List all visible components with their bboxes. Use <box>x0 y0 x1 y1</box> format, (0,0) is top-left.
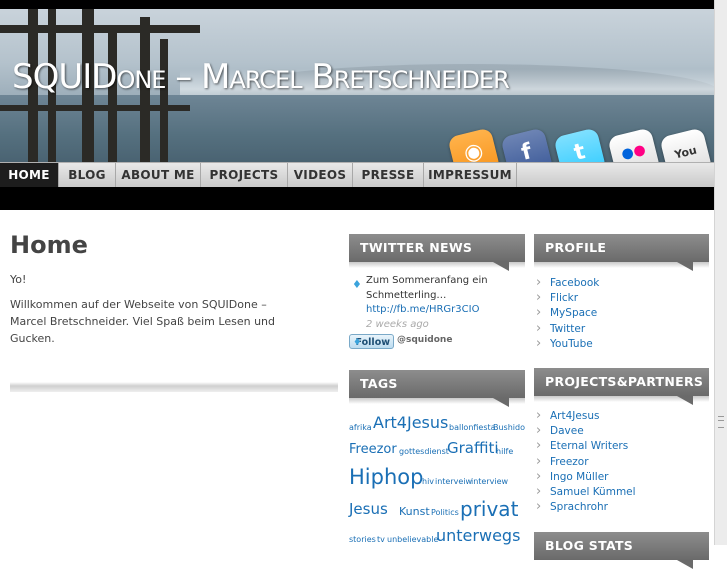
nav-impressum[interactable]: IMPRESSUM <box>424 163 517 187</box>
tag-link[interactable]: hilfe <box>496 448 513 456</box>
partner-links: Art4Jesus Davee Eternal Writers Freezor … <box>534 408 709 515</box>
twitter-widget-title: TWITTER NEWS <box>349 234 525 271</box>
tag-link[interactable]: Graffiti <box>447 441 499 456</box>
tag-link[interactable]: hiv <box>422 478 434 486</box>
site-title[interactable]: SQUIDone – Marcel Bretschneider <box>12 57 510 97</box>
top-black-bar <box>0 0 715 9</box>
twitter-handle[interactable]: @squidone <box>397 335 452 345</box>
tag-link[interactable]: interveiw <box>435 478 472 486</box>
tags-widget-title: TAGS <box>349 370 525 407</box>
partner-link[interactable]: Eternal Writers <box>534 438 709 454</box>
intro-text: Willkommen auf der Webseite von SQUIDone… <box>10 298 275 345</box>
partner-link[interactable]: Sprachrohr <box>534 499 709 515</box>
nav-videos[interactable]: VIDEOS <box>288 163 353 187</box>
main-content: Home Yo! Willkommen auf der Webseite von… <box>10 231 340 347</box>
tweet-time: 2 weeks ago <box>366 318 429 330</box>
nav-black-band <box>0 187 715 210</box>
header-banner: SQUIDone – Marcel Bretschneider <box>0 9 715 162</box>
profile-widget-title: PROFILE <box>534 234 709 271</box>
tag-link[interactable]: Freezor <box>349 443 397 456</box>
site-title-rest: one – Marcel Bretschneider <box>116 57 509 97</box>
tag-link[interactable]: Hiphop <box>349 467 423 488</box>
profile-link-myspace[interactable]: MySpace <box>534 305 709 321</box>
partner-link[interactable]: Ingo Müller <box>534 469 709 485</box>
content-divider <box>10 382 338 392</box>
tag-link[interactable]: gottesdienst <box>399 448 449 456</box>
profile-link-youtube[interactable]: YouTube <box>534 336 709 352</box>
profile-links: Facebook Flickr MySpace Twitter YouTube <box>534 275 709 352</box>
partner-link[interactable]: Samuel Kümmel <box>534 484 709 500</box>
tag-link[interactable]: unterwegs <box>436 528 520 544</box>
intro-greeting: Yo! <box>10 273 27 286</box>
nav-presse[interactable]: PRESSE <box>353 163 424 187</box>
tag-link[interactable]: ballonfiesta <box>449 424 496 432</box>
twitter-bird-icon: ♦ <box>352 278 362 291</box>
partner-link[interactable]: Davee <box>534 423 709 439</box>
nav-blog[interactable]: BLOG <box>59 163 116 187</box>
nav-home[interactable]: HOME <box>0 163 59 187</box>
nav-about-me[interactable]: ABOUT ME <box>116 163 201 187</box>
tag-link[interactable]: stories <box>349 536 376 544</box>
profile-link-facebook[interactable]: Facebook <box>534 275 709 291</box>
page-scrollbar[interactable] <box>714 0 727 545</box>
tweet: ♦ Zum Sommeranfang ein Schmetterling… ht… <box>349 274 524 332</box>
tweet-text-line2: Schmetterling… <box>366 289 447 301</box>
partner-link[interactable]: Freezor <box>534 454 709 470</box>
tag-link[interactable]: Jesus <box>349 502 388 517</box>
partners-widget-title: PROJECTS&PARTNERS <box>534 368 709 405</box>
profile-link-twitter[interactable]: Twitter <box>534 321 709 337</box>
blogstats-widget-title: BLOG STATS <box>534 532 709 569</box>
tag-link[interactable]: privat <box>460 499 518 519</box>
tag-link[interactable]: Politics <box>431 509 459 517</box>
tag-link[interactable]: interview <box>471 478 508 486</box>
main-nav: HOME BLOG ABOUT ME PROJECTS VIDEOS PRESS… <box>0 162 715 188</box>
tag-link[interactable]: Bushido <box>493 424 525 432</box>
tweet-link[interactable]: http://fb.me/HRGr3CIO <box>349 303 524 318</box>
twitter-follow-button[interactable]: ♦ Follow <box>349 334 394 349</box>
tag-link[interactable]: tv <box>377 536 385 544</box>
tweet-text-line1: Zum Sommeranfang ein <box>366 275 488 286</box>
nav-projects[interactable]: PROJECTS <box>201 163 288 187</box>
tag-link[interactable]: afrika <box>349 424 372 432</box>
scrollbar-grip[interactable] <box>718 416 724 428</box>
profile-link-flickr[interactable]: Flickr <box>534 290 709 306</box>
tag-link[interactable]: unbelievable <box>387 536 438 544</box>
tag-link[interactable]: Art4Jesus <box>373 415 448 431</box>
partner-link[interactable]: Art4Jesus <box>534 408 709 424</box>
follow-bird-icon: ♦ <box>353 337 362 348</box>
page-title: Home <box>10 231 88 259</box>
site-title-first: SQUID <box>12 57 117 97</box>
tag-link[interactable]: Kunst <box>399 506 430 517</box>
